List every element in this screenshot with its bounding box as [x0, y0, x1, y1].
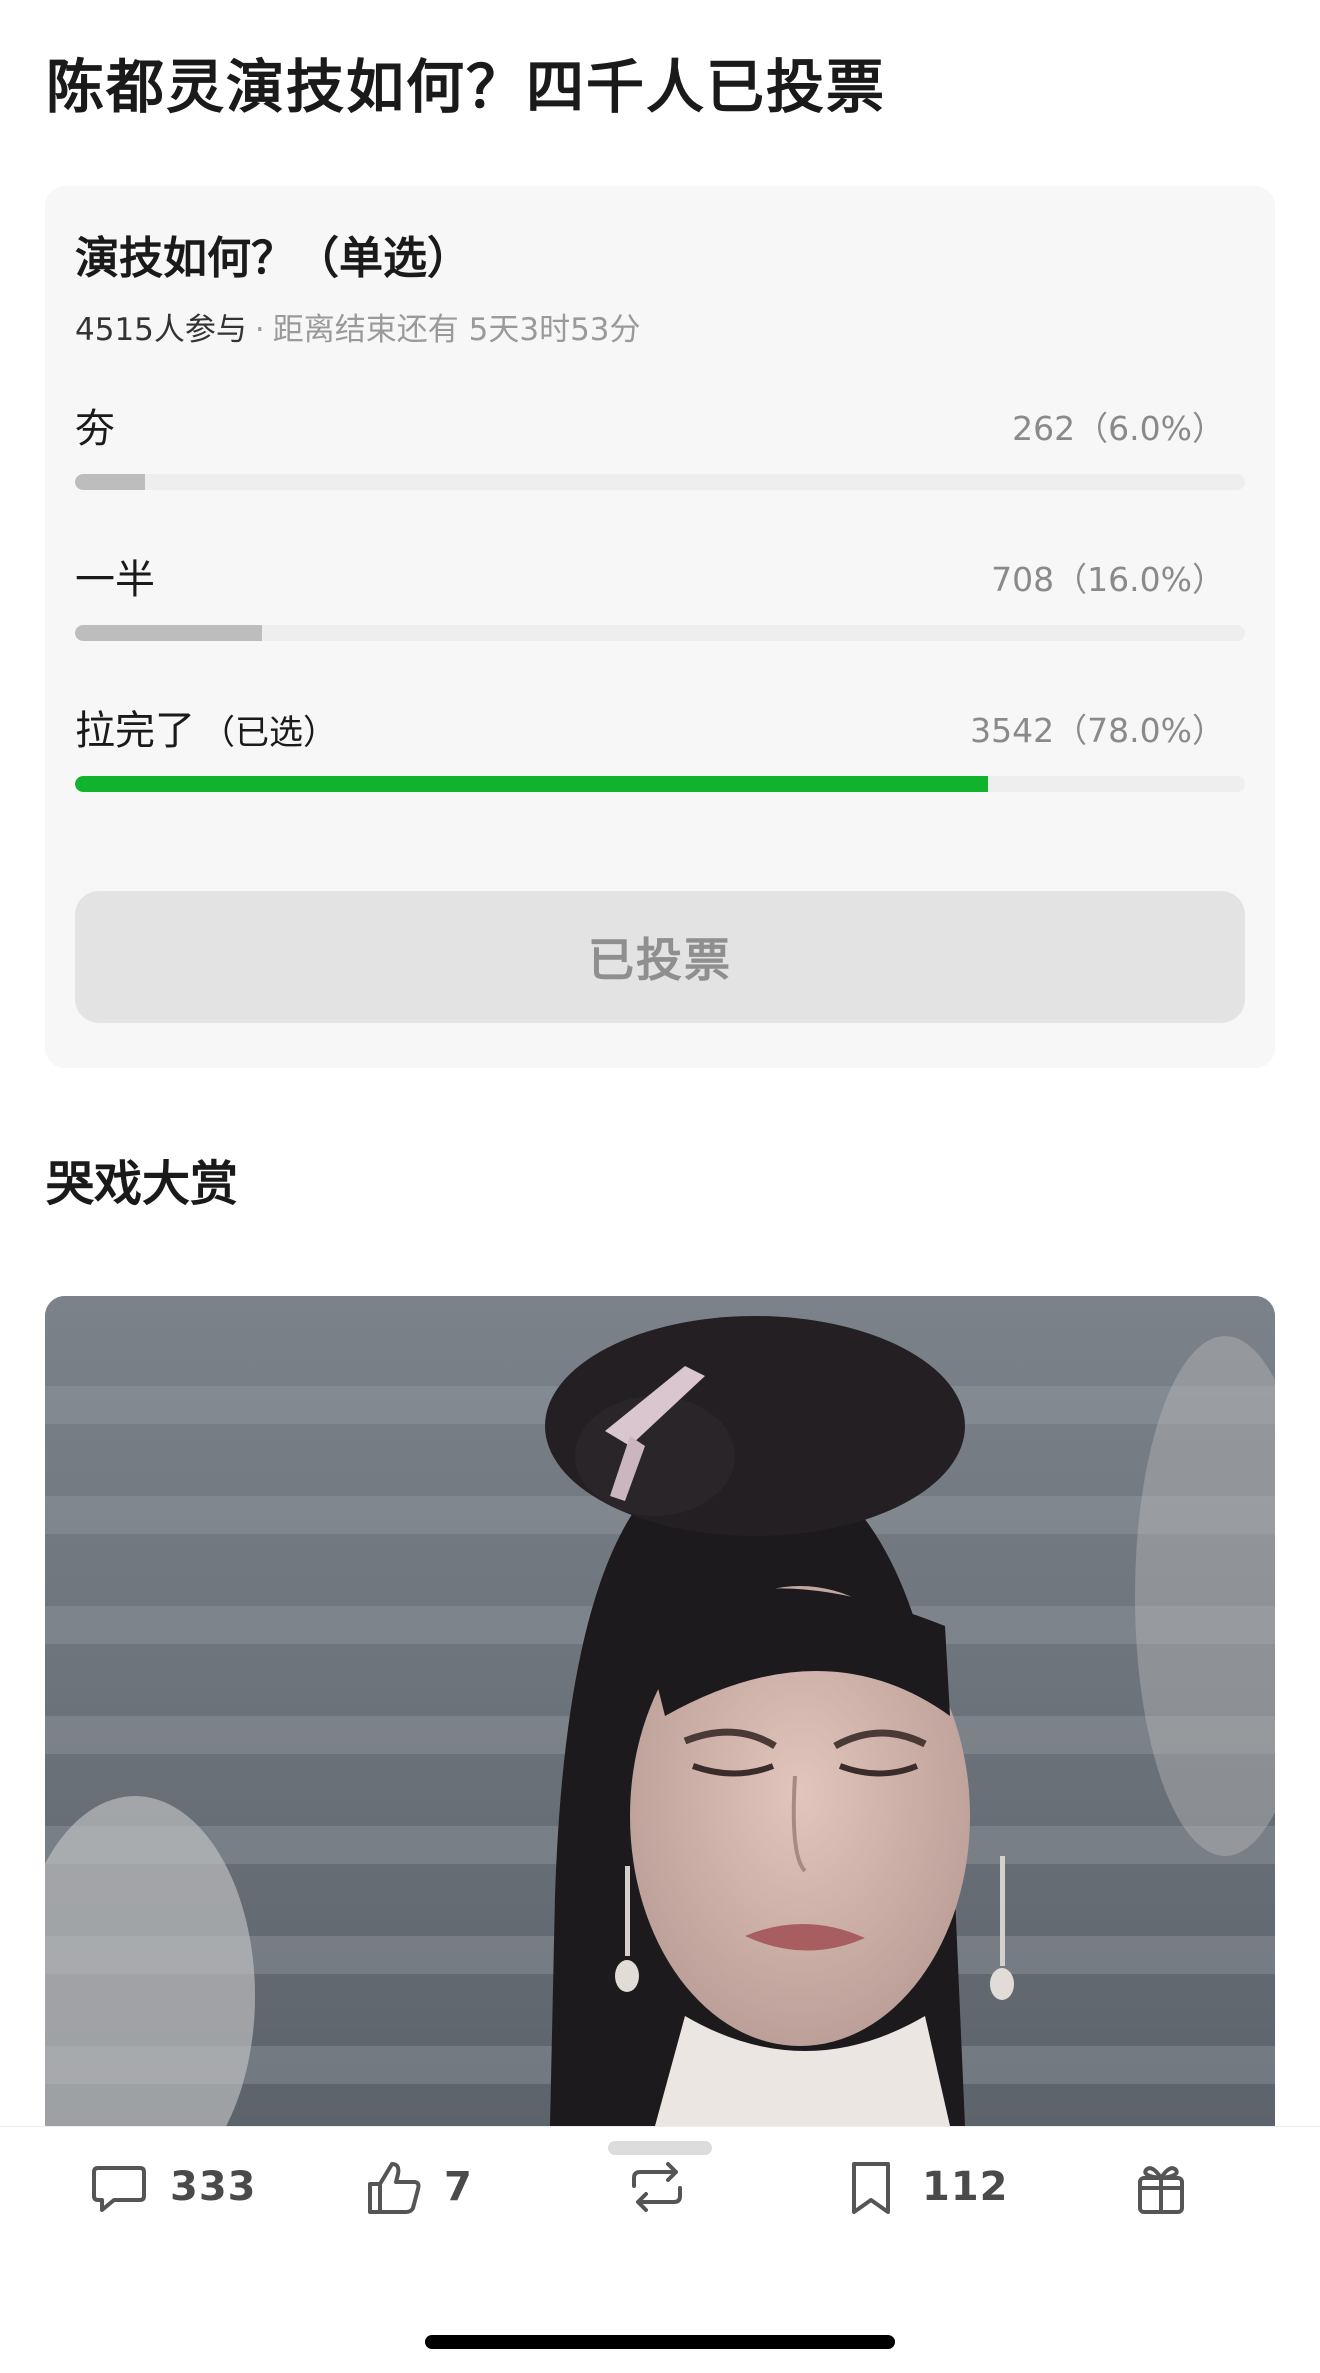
poll-option-label: 拉完了 [75, 708, 195, 754]
repost-icon [632, 2162, 682, 2212]
poll-title: 演技如何？（单选） [75, 233, 471, 284]
comment-button[interactable]: 333 [88, 2127, 257, 2247]
poll-option-bar-track [75, 474, 1245, 490]
poll-option-count: 708（16.0%） [991, 560, 1225, 599]
repost-button[interactable] [626, 2127, 708, 2247]
poll-option-bar-track [75, 625, 1245, 641]
bookmark-icon [852, 2162, 890, 2214]
post-image[interactable] [45, 1296, 1275, 2126]
poll-option-bar-fill [75, 474, 146, 490]
poll-meta: 4515人参与 · 距离结束还有 5天3时53分 [75, 304, 641, 349]
poll-option-count: 3542（78.0%） [970, 711, 1225, 750]
poll-option-label: 夯 [75, 406, 115, 452]
poll-option-2[interactable]: 一半 708（16.0%） [75, 547, 1245, 667]
poll-option-selected-note: （已选） [201, 713, 337, 753]
poll-deadline: 距离结束还有 5天3时53分 [272, 312, 641, 348]
bookmark-count: 112 [922, 2164, 1009, 2210]
poll-option-bar-track [75, 776, 1245, 792]
poll-option-3[interactable]: 拉完了 （已选） 3542（78.0%） [75, 698, 1245, 818]
bookmark-button[interactable]: 112 [840, 2127, 1009, 2247]
poll-card: 演技如何？（单选） 4515人参与 · 距离结束还有 5天3时53分 夯 262（6… [45, 186, 1275, 1068]
bottom-action-bar: 333 7 112 [0, 2126, 1320, 2373]
thumbs-up-icon [368, 2162, 421, 2214]
meta-separator: · [254, 312, 265, 348]
poll-option-count: 262（6.0%） [1012, 409, 1225, 448]
comment-count: 333 [170, 2164, 257, 2210]
poll-option-1[interactable]: 夯 262（6.0%） [75, 396, 1245, 516]
home-indicator[interactable] [425, 2335, 895, 2349]
voted-button[interactable]: 已投票 [75, 891, 1245, 1023]
gift-button[interactable] [1130, 2127, 1212, 2247]
article-title: 陈都灵演技如何？四千人已投票 [46, 53, 887, 121]
poll-option-bar-fill [75, 625, 263, 641]
poll-option-label: 一半 [75, 557, 155, 603]
like-count: 7 [444, 2164, 473, 2210]
poll-option-bar-fill [75, 776, 988, 792]
gift-icon [1138, 2166, 1184, 2214]
like-button[interactable]: 7 [362, 2127, 473, 2247]
poll-participants: 4515人参与 [75, 312, 247, 348]
comment-icon [92, 2166, 146, 2212]
section-heading: 哭戏大赏 [46, 1156, 239, 1212]
